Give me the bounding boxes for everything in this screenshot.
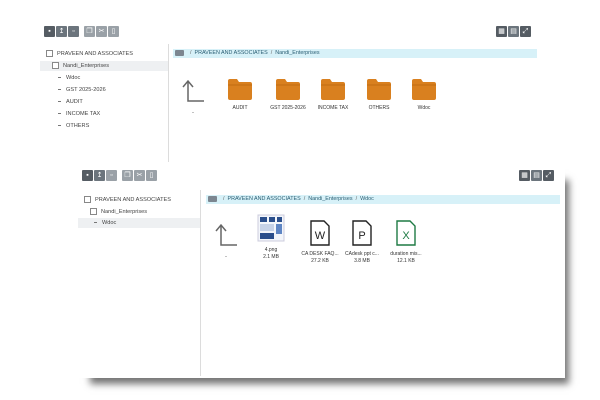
up-arrow-icon (215, 223, 237, 246)
folder-tree: PRAVEEN AND ASSOCIATES Nandi_Enterprises… (78, 190, 201, 376)
up-folder-item[interactable]: .. (210, 222, 242, 259)
tree-item-audit[interactable]: AUDIT (58, 97, 83, 107)
new-folder-icon[interactable]: ▪ (82, 170, 93, 181)
breadcrumb-item[interactable]: Nandi_Enterprises (308, 196, 352, 202)
file-manager-window-2: ▪ ↥ ▫ ❐ ✂ ▯ ▦ ▤ ⤢ PRAVEEN AND ASSOCIATES… (78, 166, 565, 378)
home-icon[interactable] (175, 49, 184, 56)
folder-item[interactable]: INCOME TAX (313, 78, 353, 111)
trash-icon[interactable]: ▫ (68, 26, 79, 37)
breadcrumb: / PRAVEEN AND ASSOCIATES / Nandi_Enterprise… (173, 49, 537, 58)
toolbar: ▪ ↥ ▫ ❐ ✂ ▯ (44, 26, 122, 37)
svg-text:P: P (358, 230, 365, 242)
tree-root[interactable]: PRAVEEN AND ASSOCIATES (84, 195, 171, 205)
paste-icon[interactable]: ▯ (146, 170, 157, 181)
up-folder-item[interactable]: .. (178, 78, 208, 115)
word-doc-icon: W (310, 220, 330, 246)
toolbar: ▪ ↥ ▫ ❐ ✂ ▯ (82, 170, 160, 181)
folder-icon (321, 79, 345, 100)
grid-view-icon[interactable]: ▦ (496, 26, 507, 37)
tree-item-income-tax[interactable]: INCOME TAX (58, 109, 100, 119)
fullscreen-icon[interactable]: ⤢ (543, 170, 554, 181)
folder-tree: PRAVEEN AND ASSOCIATES Nandi_Enterprises… (40, 44, 169, 162)
file-item[interactable]: 4.png 2.1 MB (254, 214, 288, 260)
paste-icon[interactable]: ▯ (108, 26, 119, 37)
collapse-icon[interactable] (90, 208, 97, 216)
collapse-icon[interactable] (46, 50, 53, 58)
breadcrumb-item[interactable]: Wdoc (360, 196, 374, 202)
file-item[interactable]: X duration mis... 12.1 KB (384, 220, 428, 264)
breadcrumb-item[interactable]: Nandi_Enterprises (275, 50, 319, 56)
folder-icon (367, 79, 391, 100)
tree-item-wdoc[interactable]: Wdoc (58, 73, 80, 83)
home-icon[interactable] (208, 195, 217, 202)
view-buttons: ▦ ▤ ⤢ (519, 170, 554, 181)
folder-item[interactable]: AUDIT (222, 78, 258, 111)
list-view-icon[interactable]: ▤ (531, 170, 542, 181)
grid-view-icon[interactable]: ▦ (519, 170, 530, 181)
breadcrumb-item[interactable]: PRAVEEN AND ASSOCIATES (195, 50, 268, 56)
image-thumbnail (257, 214, 285, 242)
upload-icon[interactable]: ↥ (94, 170, 105, 181)
tree-item-gst[interactable]: GST 2025-2026 (58, 85, 106, 95)
svg-text:W: W (315, 230, 326, 242)
new-folder-icon[interactable]: ▪ (44, 26, 55, 37)
excel-icon: X (396, 220, 416, 246)
cut-icon[interactable]: ✂ (96, 26, 107, 37)
cut-icon[interactable]: ✂ (134, 170, 145, 181)
up-arrow-icon (182, 79, 204, 102)
list-view-icon[interactable]: ▤ (508, 26, 519, 37)
upload-icon[interactable]: ↥ (56, 26, 67, 37)
view-buttons: ▦ ▤ ⤢ (496, 26, 531, 37)
folder-icon (412, 79, 436, 100)
tree-root[interactable]: PRAVEEN AND ASSOCIATES (46, 49, 133, 59)
file-manager-window-1: ▪ ↥ ▫ ❐ ✂ ▯ ▦ ▤ ⤢ PRAVEEN AND ASSOCIATES… (40, 22, 540, 162)
folder-item[interactable]: Wdoc (406, 78, 442, 111)
trash-icon[interactable]: ▫ (106, 170, 117, 181)
fullscreen-icon[interactable]: ⤢ (520, 26, 531, 37)
collapse-icon[interactable] (52, 62, 59, 70)
folder-item[interactable]: OTHERS (361, 78, 397, 111)
collapse-icon[interactable] (84, 196, 91, 204)
folder-icon (276, 79, 300, 100)
powerpoint-icon: P (352, 220, 372, 246)
folder-icon (228, 79, 252, 100)
folder-item[interactable]: GST 2025-2026 (266, 78, 310, 111)
copy-icon[interactable]: ❐ (122, 170, 133, 181)
svg-text:X: X (402, 230, 410, 242)
breadcrumb-item[interactable]: PRAVEEN AND ASSOCIATES (228, 196, 301, 202)
breadcrumb: / PRAVEEN AND ASSOCIATES / Nandi_Enterprise… (206, 195, 560, 204)
tree-item-nandi[interactable]: Nandi_Enterprises (40, 61, 168, 71)
tree-item-nandi[interactable]: Nandi_Enterprises (90, 207, 147, 217)
file-item[interactable]: P CAdesk ppt c... 3.8 MB (342, 220, 382, 264)
tree-item-wdoc[interactable]: Wdoc (78, 218, 200, 228)
tree-item-others[interactable]: OTHERS (58, 121, 89, 131)
copy-icon[interactable]: ❐ (84, 26, 95, 37)
file-item[interactable]: W CA DESK FAQ... 27.2 KB (300, 220, 340, 264)
